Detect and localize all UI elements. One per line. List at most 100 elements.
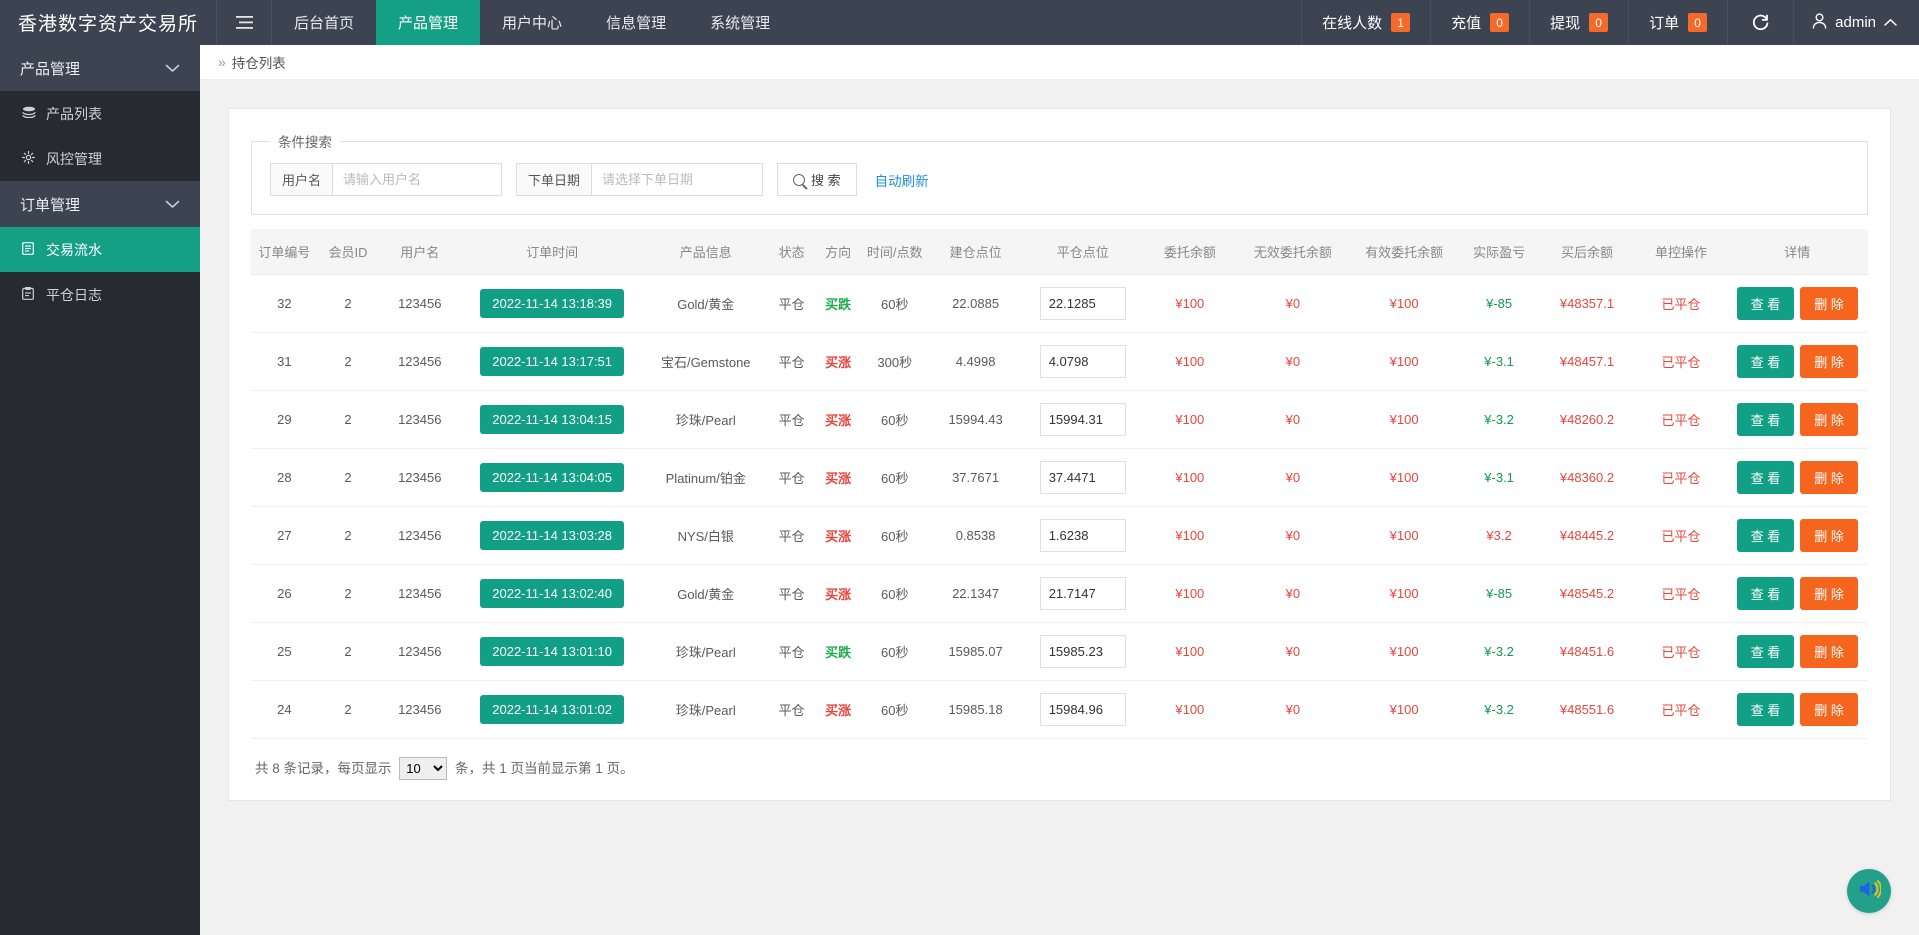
view-button[interactable]: 查 看 bbox=[1737, 693, 1795, 726]
stat-withdraw[interactable]: 提现 0 bbox=[1529, 0, 1628, 45]
cell-entrust: ¥100 bbox=[1142, 391, 1237, 449]
pagination-prefix: 共 8 条记录，每页显示 bbox=[255, 761, 392, 776]
cell-order-no: 28 bbox=[251, 449, 318, 507]
cell-pnl: ¥-85 bbox=[1460, 565, 1539, 623]
delete-button[interactable]: 删 除 bbox=[1800, 345, 1858, 378]
nav-tab-user[interactable]: 用户中心 bbox=[480, 0, 584, 45]
col-open-point: 建仓点位 bbox=[928, 229, 1023, 275]
stat-orders[interactable]: 订单 0 bbox=[1628, 0, 1727, 45]
order-date-filter-input[interactable] bbox=[592, 164, 762, 195]
stat-withdraw-label: 提现 bbox=[1550, 12, 1580, 33]
sound-toggle-button[interactable] bbox=[1847, 869, 1891, 913]
cell-valid-entrust: ¥100 bbox=[1349, 681, 1460, 739]
col-detail: 详情 bbox=[1726, 229, 1868, 275]
cell-balance: ¥48360.2 bbox=[1539, 449, 1636, 507]
col-balance: 买后余额 bbox=[1539, 229, 1636, 275]
table-header-row: 订单编号 会员ID 用户名 订单时间 产品信息 状态 方向 时间/点数 建仓点位… bbox=[251, 229, 1868, 275]
delete-button[interactable]: 删 除 bbox=[1800, 635, 1858, 668]
cell-duration: 60秒 bbox=[861, 681, 928, 739]
sidebar-item-transaction-flow[interactable]: 交易流水 bbox=[0, 227, 200, 272]
cell-invalid-entrust: ¥0 bbox=[1237, 507, 1348, 565]
delete-button[interactable]: 删 除 bbox=[1800, 287, 1858, 320]
cell-invalid-entrust: ¥0 bbox=[1237, 449, 1348, 507]
sidebar-item-risk-control[interactable]: 风控管理 bbox=[0, 136, 200, 181]
cell-control: 已平仓 bbox=[1636, 449, 1727, 507]
view-button[interactable]: 查 看 bbox=[1737, 403, 1795, 436]
cell-entrust: ¥100 bbox=[1142, 333, 1237, 391]
invalid-entrust-amount: ¥0 bbox=[1286, 528, 1300, 543]
delete-button[interactable]: 删 除 bbox=[1800, 403, 1858, 436]
view-button[interactable]: 查 看 bbox=[1737, 577, 1795, 610]
nav-tab-system[interactable]: 系统管理 bbox=[688, 0, 792, 45]
positions-table-head: 订单编号 会员ID 用户名 订单时间 产品信息 状态 方向 时间/点数 建仓点位… bbox=[251, 229, 1868, 275]
order-time-badge: 2022-11-14 13:01:10 bbox=[480, 637, 624, 666]
close-point-input[interactable] bbox=[1040, 693, 1126, 726]
view-button[interactable]: 查 看 bbox=[1737, 345, 1795, 378]
cell-username: 123456 bbox=[378, 391, 461, 449]
content-panel: 条件搜索 用户名 下单日期 搜 索 自动刷新 bbox=[228, 108, 1891, 801]
close-point-input[interactable] bbox=[1040, 287, 1126, 320]
cell-direction: 买涨 bbox=[815, 565, 861, 623]
user-menu[interactable]: admin bbox=[1793, 0, 1919, 45]
per-page-select[interactable]: 102050100 bbox=[399, 757, 447, 780]
view-button[interactable]: 查 看 bbox=[1737, 519, 1795, 552]
cell-status: 平仓 bbox=[768, 565, 814, 623]
cell-close-point bbox=[1023, 681, 1142, 739]
sidebar-item-close-log[interactable]: 平仓日志 bbox=[0, 272, 200, 317]
close-point-input[interactable] bbox=[1040, 577, 1126, 610]
delete-button[interactable]: 删 除 bbox=[1800, 577, 1858, 610]
cell-entrust: ¥100 bbox=[1142, 449, 1237, 507]
invalid-entrust-amount: ¥0 bbox=[1286, 644, 1300, 659]
view-button[interactable]: 查 看 bbox=[1737, 635, 1795, 668]
close-point-input[interactable] bbox=[1040, 635, 1126, 668]
close-point-input[interactable] bbox=[1040, 345, 1126, 378]
cell-valid-entrust: ¥100 bbox=[1349, 623, 1460, 681]
view-button[interactable]: 查 看 bbox=[1737, 287, 1795, 320]
close-point-input[interactable] bbox=[1040, 461, 1126, 494]
main-content: » 持仓列表 条件搜索 用户名 下单日期 搜 索 bbox=[200, 45, 1919, 935]
col-control: 单控操作 bbox=[1636, 229, 1727, 275]
pnl-amount: ¥-3.2 bbox=[1484, 644, 1514, 659]
cell-pnl: ¥-85 bbox=[1460, 275, 1539, 333]
delete-button[interactable]: 删 除 bbox=[1800, 693, 1858, 726]
close-point-input[interactable] bbox=[1040, 519, 1126, 552]
cell-product: Gold/黄金 bbox=[643, 275, 768, 333]
valid-entrust-amount: ¥100 bbox=[1390, 412, 1419, 427]
delete-button[interactable]: 删 除 bbox=[1800, 519, 1858, 552]
username-filter-group: 用户名 bbox=[270, 163, 502, 196]
entrust-amount: ¥100 bbox=[1175, 702, 1204, 717]
auto-refresh-link[interactable]: 自动刷新 bbox=[871, 170, 933, 190]
layers-icon bbox=[22, 106, 37, 121]
close-point-input[interactable] bbox=[1040, 403, 1126, 436]
table-row: 2421234562022-11-14 13:01:02珍珠/Pearl平仓买涨… bbox=[251, 681, 1868, 739]
entrust-amount: ¥100 bbox=[1175, 296, 1204, 311]
cell-member-id: 2 bbox=[318, 507, 379, 565]
cell-balance: ¥48551.6 bbox=[1539, 681, 1636, 739]
cell-status: 平仓 bbox=[768, 681, 814, 739]
sidebar-group-order[interactable]: 订单管理 bbox=[0, 181, 200, 227]
direction-label: 买涨 bbox=[825, 413, 851, 428]
search-button[interactable]: 搜 索 bbox=[777, 163, 857, 196]
refresh-icon[interactable] bbox=[1727, 0, 1793, 45]
balance-amount: ¥48451.6 bbox=[1560, 644, 1614, 659]
stat-recharge[interactable]: 充值 0 bbox=[1430, 0, 1529, 45]
sidebar-group-product[interactable]: 产品管理 bbox=[0, 45, 200, 91]
nav-tab-info[interactable]: 信息管理 bbox=[584, 0, 688, 45]
order-time-badge: 2022-11-14 13:04:05 bbox=[480, 463, 624, 492]
cell-duration: 60秒 bbox=[861, 275, 928, 333]
order-date-filter-label: 下单日期 bbox=[517, 164, 592, 195]
cell-username: 123456 bbox=[378, 565, 461, 623]
delete-button[interactable]: 删 除 bbox=[1800, 461, 1858, 494]
view-button[interactable]: 查 看 bbox=[1737, 461, 1795, 494]
cell-product: 宝石/Gemstone bbox=[643, 333, 768, 391]
entrust-amount: ¥100 bbox=[1175, 412, 1204, 427]
username-filter-input[interactable] bbox=[333, 164, 501, 195]
nav-tab-product[interactable]: 产品管理 bbox=[376, 0, 480, 45]
search-filter-row: 用户名 下单日期 搜 索 自动刷新 bbox=[270, 157, 1849, 196]
stat-online-users[interactable]: 在线人数 1 bbox=[1301, 0, 1430, 45]
cell-product: 珍珠/Pearl bbox=[643, 623, 768, 681]
cell-invalid-entrust: ¥0 bbox=[1237, 333, 1348, 391]
nav-tab-dashboard[interactable]: 后台首页 bbox=[272, 0, 376, 45]
sidebar-item-product-list[interactable]: 产品列表 bbox=[0, 91, 200, 136]
hamburger-icon[interactable] bbox=[217, 0, 272, 45]
